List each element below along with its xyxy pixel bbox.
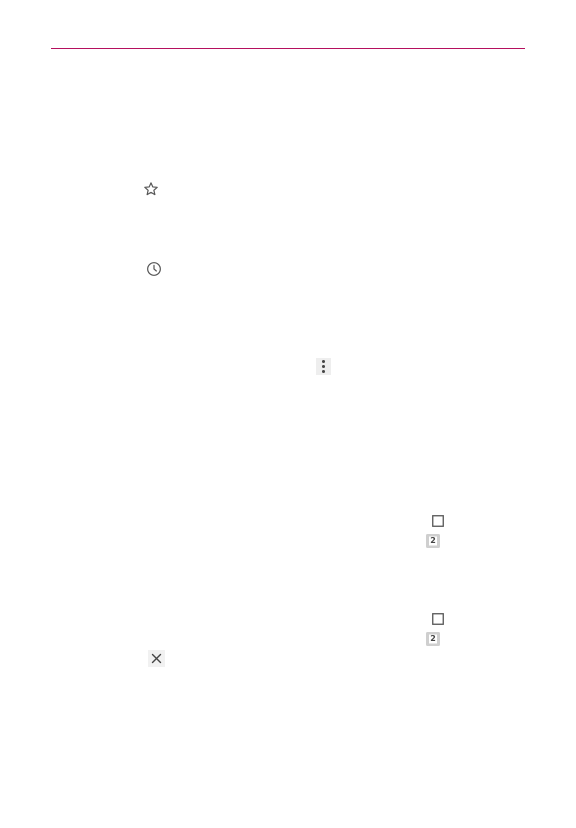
clock-icon: [146, 261, 162, 277]
star-outline-icon: [143, 181, 159, 197]
two-badge-icon: 2: [426, 534, 440, 548]
header-rule: [51, 48, 525, 49]
checkbox-square-icon: [432, 515, 444, 527]
close-icon: [148, 650, 165, 667]
more-vertical-icon: [316, 358, 331, 375]
two-badge-label: 2: [430, 536, 436, 545]
checkbox-square-icon: [432, 613, 444, 625]
two-badge-label: 2: [430, 634, 436, 643]
two-badge-icon: 2: [426, 632, 440, 646]
